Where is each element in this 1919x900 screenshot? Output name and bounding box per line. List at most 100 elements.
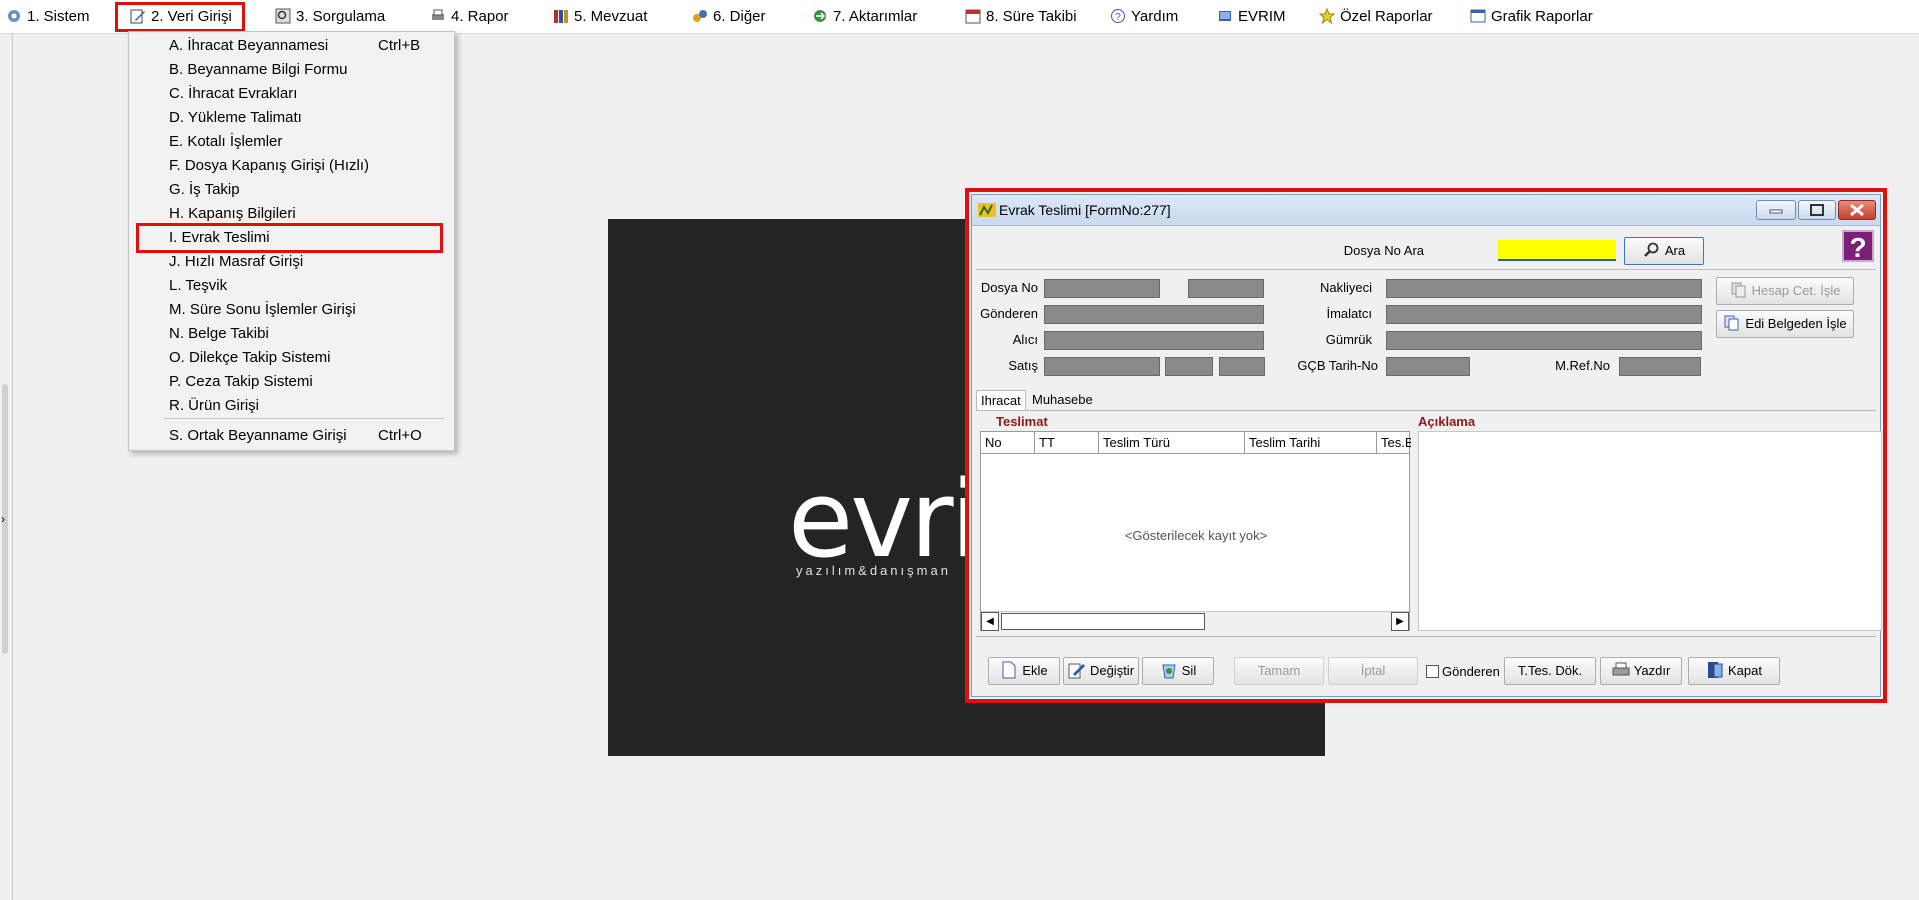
gonderen-checkbox[interactable]	[1426, 665, 1439, 678]
item-label: E. Kotalı İşlemler	[169, 133, 283, 150]
help-icon: ?	[1111, 9, 1125, 23]
menu-item-ortak-beyanname[interactable]: S. Ortak Beyanname Girişi Ctrl+O	[129, 424, 454, 448]
item-label: S. Ortak Beyanname Girişi	[169, 427, 347, 444]
help-button[interactable]: ?	[1842, 230, 1874, 263]
item-label: O. Dilekçe Takip Sistemi	[169, 349, 331, 366]
menu-mevzuat[interactable]: 5. Mevzuat	[553, 5, 647, 29]
col-teslim-tarihi[interactable]: Teslim Tarihi	[1245, 432, 1377, 453]
menu-item-evrak-teslimi[interactable]: I. Evrak Teslimi	[136, 223, 443, 253]
menu-yardim[interactable]: ? Yardım	[1110, 5, 1178, 29]
chevron-right-icon[interactable]: ›	[1, 512, 5, 526]
scroll-right-arrow[interactable]: ▶	[1391, 612, 1409, 631]
menu-item-dosya-kapanis[interactable]: F. Dosya Kapanış Girişi (Hızlı)	[129, 154, 454, 178]
menu-evrim[interactable]: EVRIM	[1217, 5, 1286, 29]
menu-item-tesvik[interactable]: L. Teşvik	[129, 274, 454, 298]
iptal-label: İptal	[1360, 663, 1386, 678]
other-icon	[693, 10, 707, 22]
system-icon	[8, 10, 20, 22]
edit-icon	[1068, 663, 1085, 679]
menu-label: 4. Rapor	[451, 8, 509, 25]
dosya-no-field[interactable]	[1044, 279, 1160, 298]
item-label: A. İhracat Beyannamesi	[169, 37, 329, 54]
t-tes-dok-button[interactable]: T.Tes. Dök.	[1504, 657, 1596, 685]
edi-belgeden-isle-button[interactable]: Edi Belgeden İşle	[1716, 310, 1854, 338]
ara-label: Ara	[1664, 243, 1686, 258]
tab-muhasebe[interactable]: Muhasebe	[1028, 390, 1097, 410]
evrak-teslimi-window: Evrak Teslimi [FormNo:277] ? Dosya No Ar…	[965, 188, 1887, 703]
gonderen-field[interactable]	[1044, 305, 1264, 324]
col-no[interactable]: No	[981, 432, 1035, 453]
aciklama-textarea[interactable]	[1418, 431, 1882, 631]
degistir-label: Değiştir	[1089, 663, 1135, 678]
scroll-thumb[interactable]	[1001, 613, 1205, 630]
menu-ozel-raporlar[interactable]: Özel Raporlar	[1319, 5, 1433, 29]
menu-item-urun-girisi[interactable]: R. Ürün Girişi	[129, 394, 454, 418]
menu-item-ihracat-evraklari[interactable]: C. İhracat Evrakları	[129, 82, 454, 106]
menu-item-ihracat-beyannamesi[interactable]: A. İhracat Beyannamesi Ctrl+B	[129, 34, 454, 58]
close-button[interactable]	[1838, 200, 1876, 220]
minimize-button[interactable]	[1756, 200, 1796, 220]
tab-ihracat[interactable]: Ihracat	[976, 390, 1026, 411]
gumruk-field[interactable]	[1386, 331, 1702, 350]
gcb-tarih-no-label: GÇB Tarih-No	[1297, 358, 1378, 373]
menu-sure-takibi[interactable]: 8. Süre Takibi	[965, 5, 1077, 29]
logo-tagline: yazılım&danışman	[796, 563, 951, 578]
menu-item-kapanis-bilgileri[interactable]: H. Kapanış Bilgileri	[129, 202, 454, 226]
menu-diger[interactable]: 6. Diğer	[692, 5, 766, 29]
item-label: I. Evrak Teslimi	[169, 229, 270, 246]
menu-item-belge-takibi[interactable]: N. Belge Takibi	[129, 322, 454, 346]
col-tes-b[interactable]: Tes.B	[1377, 432, 1411, 453]
iptal-button[interactable]: İptal	[1328, 657, 1418, 685]
menu-item-yukleme-talimati[interactable]: D. Yükleme Talimatı	[129, 106, 454, 130]
window-titlebar[interactable]: Evrak Teslimi [FormNo:277]	[972, 195, 1880, 226]
menu-grafik-raporlar[interactable]: Grafik Raporlar	[1470, 5, 1593, 29]
menu-item-ceza-takip[interactable]: P. Ceza Takip Sistemi	[129, 370, 454, 394]
dosya-no-extra-field[interactable]	[1188, 279, 1264, 298]
imalatci-field[interactable]	[1386, 305, 1702, 324]
menu-aktarimlar[interactable]: 7. Aktarımlar	[812, 5, 917, 29]
menu-label: 6. Diğer	[713, 8, 766, 25]
ekle-button[interactable]: Ekle	[988, 657, 1060, 685]
menu-veri-girisi[interactable]: 2. Veri Girişi	[115, 2, 245, 32]
satis-field-1[interactable]	[1044, 357, 1160, 376]
satis-field-2[interactable]	[1165, 357, 1213, 376]
dosya-no-ara-input[interactable]	[1498, 240, 1616, 261]
hesap-cet-isle-button[interactable]: Hesap Cet. İşle	[1716, 277, 1854, 305]
menu-item-is-takip[interactable]: G. İş Takip	[129, 178, 454, 202]
scroll-left-arrow[interactable]: ◀	[981, 612, 999, 631]
col-tt[interactable]: TT	[1035, 432, 1099, 453]
maximize-button[interactable]	[1798, 200, 1836, 220]
col-teslim-turu[interactable]: Teslim Türü	[1099, 432, 1245, 453]
item-label: R. Ürün Girişi	[169, 397, 260, 414]
menu-item-kotali-islemler[interactable]: E. Kotalı İşlemler	[129, 130, 454, 154]
gcb-tarih-no-field[interactable]	[1386, 357, 1470, 376]
nakliyeci-field[interactable]	[1386, 279, 1702, 298]
horizontal-scrollbar[interactable]: ◀ ▶	[981, 611, 1409, 631]
minimize-icon	[1769, 209, 1783, 214]
menu-item-sure-sonu[interactable]: M. Süre Sonu İşlemler Girişi	[129, 298, 454, 322]
menu-item-beyanname-bilgi-formu[interactable]: B. Beyanname Bilgi Formu	[129, 58, 454, 82]
ara-button[interactable]: Ara	[1624, 237, 1704, 265]
kapat-button[interactable]: Kapat	[1688, 657, 1780, 685]
menu-rapor[interactable]: 4. Rapor	[430, 5, 509, 29]
exit-door-icon	[1708, 662, 1723, 678]
gonderen-checkbox-label: Gönderen	[1442, 664, 1500, 679]
teslimat-title: Teslimat	[996, 414, 1048, 429]
menu-sorgulama[interactable]: 3. Sorgulama	[275, 5, 385, 29]
calendar-icon	[965, 9, 981, 24]
tamam-button[interactable]: Tamam	[1234, 657, 1324, 685]
menu-item-hizli-masraf[interactable]: J. Hızlı Masraf Girişi	[129, 250, 454, 274]
mref-no-field[interactable]	[1619, 357, 1701, 376]
degistir-button[interactable]: Değiştir	[1063, 657, 1139, 685]
menu-item-dilekce-takip[interactable]: O. Dilekçe Takip Sistemi	[129, 346, 454, 370]
chart-window-icon	[1470, 9, 1486, 23]
yazdir-button[interactable]: Yazdır	[1600, 657, 1682, 685]
menu-sistem[interactable]: 1. Sistem	[6, 5, 90, 29]
menu-label: EVRIM	[1238, 8, 1286, 25]
satis-field-3[interactable]	[1219, 357, 1265, 376]
left-panel-edge: ›	[0, 34, 13, 900]
sil-button[interactable]: Sil	[1142, 657, 1214, 685]
sil-label: Sil	[1181, 663, 1197, 678]
alici-field[interactable]	[1044, 331, 1264, 350]
nakliyeci-label: Nakliyeci	[1319, 280, 1372, 295]
